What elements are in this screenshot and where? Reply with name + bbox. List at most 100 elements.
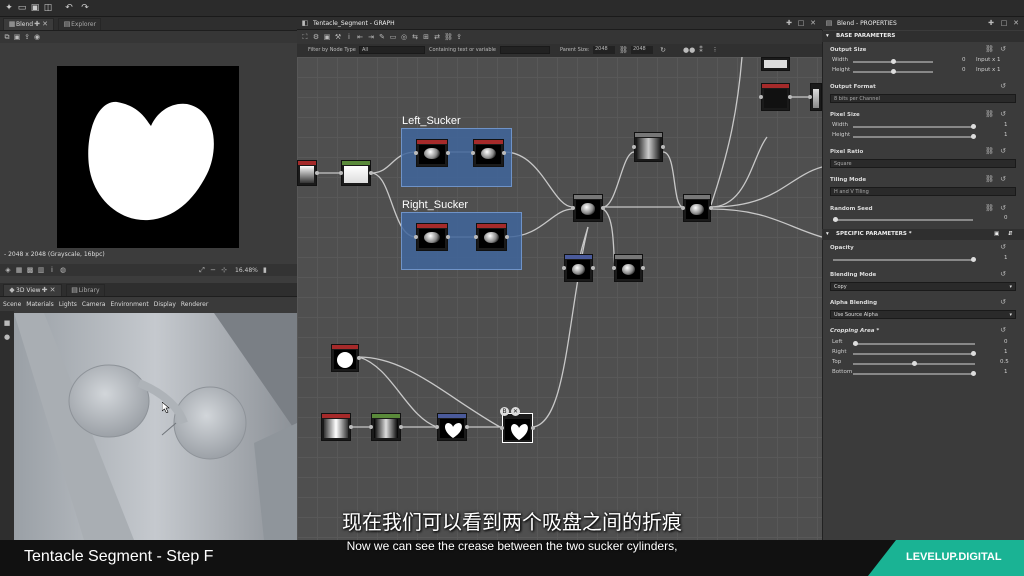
frame-all-icon[interactable]: ⛶ [301, 33, 309, 41]
graph-node[interactable] [471, 139, 506, 167]
maximize-icon[interactable]: □ [1000, 19, 1008, 27]
grid-icon[interactable]: ▦ [15, 266, 23, 274]
maximize-icon[interactable]: □ [797, 19, 805, 27]
tiling-mode-select[interactable]: H and V Tiling [830, 187, 1016, 196]
copy-icon[interactable]: ⧉ [3, 33, 11, 41]
opacity-slider[interactable] [833, 257, 976, 262]
color-icon[interactable]: ◍ [59, 266, 67, 274]
node-close-icon[interactable]: ✕ [511, 407, 520, 416]
graph-node[interactable] [808, 83, 822, 111]
reset-icon[interactable]: ↺ [999, 270, 1007, 278]
graph-node[interactable] [414, 139, 450, 167]
graph-node[interactable] [474, 223, 509, 251]
python-icon[interactable]: ◎ [400, 33, 408, 41]
graph-node[interactable] [759, 83, 792, 111]
link-icon[interactable]: ⛓ [985, 45, 994, 53]
graph-node[interactable] [761, 57, 790, 71]
tab-explorer[interactable]: ▤ Explorer [58, 17, 102, 30]
channels-icon[interactable]: ◈ [4, 266, 12, 274]
pin-icon[interactable]: ✚ [987, 19, 995, 27]
inspect-icon[interactable]: ⅰ [345, 33, 353, 41]
reset-icon[interactable]: ↺ [999, 298, 1007, 306]
text-filter-input[interactable] [500, 46, 550, 54]
graph-node[interactable] [681, 194, 713, 222]
reset-icon[interactable]: ↺ [999, 110, 1007, 118]
random-seed-slider[interactable] [833, 217, 973, 222]
graph-node[interactable] [414, 223, 450, 251]
frame-icon[interactable]: ▭ [389, 33, 397, 41]
save-icon[interactable]: ▣ [30, 3, 40, 13]
width-mode[interactable]: Input x 1 [976, 57, 1001, 63]
height-slider[interactable] [853, 69, 933, 74]
toggle-icon[interactable]: ●● [683, 46, 695, 54]
pixel-width-slider[interactable] [853, 124, 976, 129]
link-icon[interactable]: ⛓ [985, 110, 994, 118]
link-icon[interactable]: ⛓ [985, 175, 994, 183]
size-select[interactable]: 2048 [631, 46, 653, 54]
graph-node[interactable] [321, 413, 353, 441]
graph-node[interactable] [632, 132, 665, 162]
pin-icon[interactable]: ✚ [33, 20, 41, 28]
link-size-icon[interactable]: ⛓ [619, 46, 628, 54]
comment-icon[interactable]: ✎ [378, 33, 386, 41]
top-slider[interactable] [853, 361, 975, 366]
screenshot-icon[interactable]: ▣ [323, 33, 331, 41]
graph-node[interactable] [562, 254, 595, 282]
refresh-icon[interactable]: ↻ [659, 46, 667, 54]
output-format-select[interactable]: 8 bits per Channel [830, 94, 1016, 103]
bottom-slider[interactable] [853, 371, 976, 376]
graph-node[interactable] [369, 413, 403, 441]
layout-icon[interactable]: ⊞ [422, 33, 430, 41]
menu-renderer[interactable]: Renderer [181, 301, 208, 308]
menu-camera[interactable]: Camera [82, 301, 106, 308]
histogram-icon[interactable]: ▥ [37, 266, 45, 274]
camera-icon[interactable]: ■ [3, 319, 11, 327]
graph-node[interactable] [612, 254, 645, 282]
light-icon[interactable]: ● [3, 333, 11, 341]
edit-icon[interactable]: ▣ [994, 229, 999, 240]
pin-icon[interactable]: ✚ [41, 286, 49, 294]
options-icon[interactable]: ⁝ [711, 46, 719, 54]
connect-icon[interactable]: ⇆ [411, 33, 419, 41]
reset-icon[interactable]: ↺ [999, 204, 1007, 212]
node-bookmark-icon[interactable]: B [500, 407, 509, 416]
new-file-icon[interactable]: ✦ [4, 3, 14, 13]
height-mode[interactable]: Input x 1 [976, 67, 1001, 73]
distribute-icon[interactable]: ⇥ [367, 33, 375, 41]
zoom-out-icon[interactable]: − [209, 266, 217, 274]
link-icon[interactable]: ⛓ [985, 204, 994, 212]
close-icon[interactable]: ✕ [41, 20, 49, 28]
parent-size-select[interactable]: 2048 [593, 46, 615, 54]
graph-node[interactable] [339, 160, 373, 186]
menu-display[interactable]: Display [154, 301, 176, 308]
tab-library[interactable]: ▤ Library [65, 283, 105, 296]
left-slider[interactable] [853, 341, 975, 346]
save-all-icon[interactable]: ◫ [43, 3, 53, 13]
lock-icon[interactable]: ▮ [261, 266, 269, 274]
graph-settings-icon[interactable]: ⚙ [312, 33, 320, 41]
redo-icon[interactable]: ↷ [80, 3, 90, 13]
close-icon[interactable]: ✕ [49, 286, 57, 294]
link-icon[interactable]: ⛓ [985, 147, 994, 155]
tools-icon[interactable]: ⚒ [334, 33, 342, 41]
menu-scene[interactable]: Scene [3, 301, 21, 308]
blend-node-selected[interactable] [500, 413, 535, 443]
reset-icon[interactable]: ↺ [999, 45, 1007, 53]
tiling-icon[interactable]: ▩ [26, 266, 34, 274]
undo-icon[interactable]: ↶ [64, 3, 74, 13]
link-icon[interactable]: ⛓ [444, 33, 453, 41]
blending-mode-select[interactable]: Copy ▾ [830, 282, 1016, 291]
menu-environment[interactable]: Environment [110, 301, 148, 308]
reset-icon[interactable]: ↺ [999, 82, 1007, 90]
graph-node[interactable] [297, 160, 319, 186]
export-icon[interactable]: ⇪ [455, 33, 463, 41]
specific-parameters-section[interactable]: ▾ SPECIFIC PARAMETERS * ▣ ⇵ [822, 229, 1024, 240]
reset-icon[interactable]: ↺ [999, 175, 1007, 183]
menu-lights[interactable]: Lights [59, 301, 77, 308]
export-icon[interactable]: ⇪ [23, 33, 31, 41]
graph-node[interactable] [571, 194, 605, 222]
pin-icon[interactable]: ✚ [785, 19, 793, 27]
zoom-in-icon[interactable]: ⊹ [220, 266, 228, 274]
share-icon[interactable]: ⇄ [433, 33, 441, 41]
menu-materials[interactable]: Materials [26, 301, 54, 308]
